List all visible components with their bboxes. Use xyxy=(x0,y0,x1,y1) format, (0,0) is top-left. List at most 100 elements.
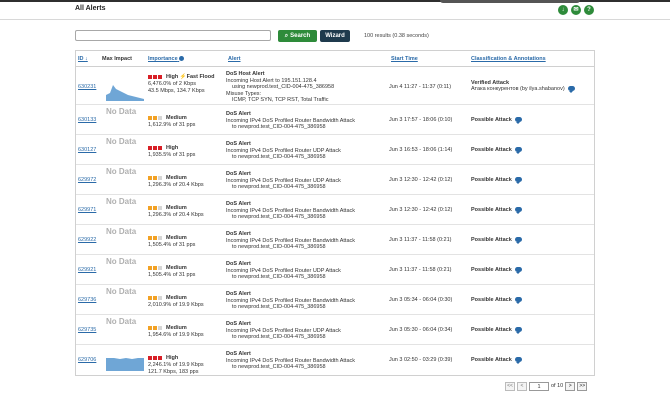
annotation-bubble-icon[interactable] xyxy=(514,207,522,215)
severity-square xyxy=(158,265,162,270)
annotation-bubble-icon[interactable] xyxy=(514,297,522,305)
alert-id-link[interactable]: 629922 xyxy=(78,237,96,243)
table-row[interactable]: 629921 No Data Medium 1,505.4% of 31 pps DoS… xyxy=(76,255,594,285)
alert-cell[interactable]: DoS Host Alert Incoming Host Alert to 195… xyxy=(226,71,334,104)
col-id-header[interactable]: ID ↓ xyxy=(78,56,88,62)
alert-cell[interactable]: DoS Alert Incoming IPv4 DoS Profiled Rout… xyxy=(226,351,355,371)
impact-sparkline xyxy=(106,358,144,371)
sort-desc-icon: ↓ xyxy=(85,56,88,62)
table-row[interactable]: 630133 No Data Medium 1,612.9% of 31 pps DoS… xyxy=(76,105,594,135)
col-importance-header[interactable]: Importance xyxy=(148,56,185,62)
table-row[interactable]: 630127 No Data High 1,935.5% of 31 pps DoS A… xyxy=(76,135,594,165)
classification-label: Possible Attack xyxy=(471,297,512,303)
severity-square xyxy=(148,325,152,330)
severity-square xyxy=(148,175,152,180)
alert-id-link[interactable]: 630127 xyxy=(78,147,96,153)
severity-square xyxy=(148,265,152,270)
alert-line: using newprod.test_CID-004-475_386958 xyxy=(232,84,335,90)
importance-cell: Medium 1,954.6% of 19.9 Kbps xyxy=(148,325,204,339)
alert-line: to newprod.test_CID-004-475_386958 xyxy=(232,154,326,160)
classification-cell: Possible Attack xyxy=(471,357,522,365)
severity-square xyxy=(158,355,162,360)
col-classification-header[interactable]: Classification & Annotations xyxy=(471,56,546,62)
alert-id-link[interactable]: 629972 xyxy=(78,177,96,183)
alert-id-link[interactable]: 629971 xyxy=(78,207,96,213)
importance-cell: High 2,246.1% of 19.9 Kbps 121.7 Kbps, 183… xyxy=(148,355,204,376)
importance-cell: Medium 1,296.3% of 20.4 Kbps xyxy=(148,175,204,189)
annotation-bubble-icon[interactable] xyxy=(514,267,522,275)
alert-cell[interactable]: DoS Alert Incoming IPv4 DoS Profiled Rout… xyxy=(226,111,355,131)
annotation-bubble-icon[interactable] xyxy=(514,357,522,365)
alert-cell[interactable]: DoS Alert Incoming IPv4 DoS Profiled Rout… xyxy=(226,291,355,311)
alert-cell[interactable]: DoS Alert Incoming IPv4 DoS Profiled Rout… xyxy=(226,321,341,341)
annotation-bubble-icon[interactable] xyxy=(514,237,522,245)
next-page-button[interactable]: > xyxy=(565,381,576,391)
col-alert-header[interactable]: Alert xyxy=(228,56,241,62)
importance-rate: 1,954.6% of 19.9 Kbps xyxy=(148,332,204,338)
table-row[interactable]: 629971 No Data Medium 1,296.3% of 20.4 Kbps… xyxy=(76,195,594,225)
alert-cell[interactable]: DoS Alert Incoming IPv4 DoS Profiled Rout… xyxy=(226,201,355,221)
no-data-label: No Data xyxy=(106,107,137,116)
classification-label: Possible Attack xyxy=(471,207,512,213)
severity-square xyxy=(153,145,157,150)
help-icon[interactable]: ? xyxy=(584,5,594,15)
alert-line: to newprod.test_CID-004-475_386958 xyxy=(232,184,326,190)
importance-rate: 1,505.4% of 31 pps xyxy=(148,242,196,248)
impact-sparkline xyxy=(106,85,144,101)
email-icon[interactable]: ✉ xyxy=(571,5,581,15)
annotation-bubble-icon[interactable] xyxy=(514,117,522,125)
severity-square xyxy=(153,235,157,240)
table-row[interactable]: 629922 No Data Medium 1,505.4% of 31 pps DoS… xyxy=(76,225,594,255)
table-row[interactable]: 629736 No Data Medium 2,010.9% of 19.9 Kbps… xyxy=(76,285,594,315)
start-time: Jun 3 05:30 - 06:04 (0:34) xyxy=(389,327,453,333)
first-page-button[interactable]: << xyxy=(505,381,515,391)
start-time: Jun 3 12:30 - 12:42 (0:12) xyxy=(389,207,453,213)
alert-id-link[interactable]: 630133 xyxy=(78,117,96,123)
annotation-bubble-icon[interactable] xyxy=(514,147,522,155)
importance-cell: Medium 1,505.4% of 31 pps xyxy=(148,235,195,249)
no-data-label: No Data xyxy=(106,167,137,176)
search-button[interactable]: ⌕ Search xyxy=(278,30,317,42)
annotation-bubble-icon[interactable] xyxy=(567,86,575,94)
alert-id-link[interactable]: 630231 xyxy=(78,84,96,90)
importance-rate: 1,296.3% of 20.4 Kbps xyxy=(148,212,204,218)
page-number-input[interactable]: 1 xyxy=(529,381,549,391)
table-row[interactable]: 629706 High 2,246.1% of 19.9 Kbps 121.7 Kbp… xyxy=(76,345,594,375)
severity-square xyxy=(158,235,162,240)
severity-square xyxy=(153,295,157,300)
severity-square xyxy=(153,205,157,210)
importance-rate: 2,010.9% of 19.9 Kbps xyxy=(148,302,204,308)
classification-label: Possible Attack xyxy=(471,357,512,363)
table-row[interactable]: 630231 High ⚡Fast Flood 6,476.0% of 2 Kbps… xyxy=(76,67,594,105)
alert-cell[interactable]: DoS Alert Incoming IPv4 DoS Profiled Rout… xyxy=(226,261,341,281)
importance-level: High xyxy=(166,74,179,80)
alert-cell[interactable]: DoS Alert Incoming IPv4 DoS Profiled Rout… xyxy=(226,171,341,191)
alert-id-link[interactable]: 629736 xyxy=(78,297,96,303)
table-row[interactable]: 629972 No Data Medium 1,296.3% of 20.4 Kbps… xyxy=(76,165,594,195)
classification-label: Possible Attack xyxy=(471,267,512,273)
prev-page-button[interactable]: < xyxy=(517,381,527,391)
annotation-bubble-icon[interactable] xyxy=(514,177,522,185)
classification-label: Possible Attack xyxy=(471,147,512,153)
wizard-button[interactable]: Wizard xyxy=(320,30,350,42)
alert-cell[interactable]: DoS Alert Incoming IPv4 DoS Profiled Rout… xyxy=(226,141,341,161)
search-input[interactable] xyxy=(75,30,271,41)
search-button-label: Search xyxy=(290,33,311,39)
severity-square xyxy=(158,175,162,180)
severity-square xyxy=(158,74,162,79)
col-start-time-header[interactable]: Start Time xyxy=(391,56,418,62)
download-icon[interactable]: ↓ xyxy=(558,5,568,15)
alert-id-link[interactable]: 629921 xyxy=(78,267,96,273)
alert-cell[interactable]: DoS Alert Incoming IPv4 DoS Profiled Rout… xyxy=(226,231,355,251)
severity-square xyxy=(153,175,157,180)
alert-id-link[interactable]: 629735 xyxy=(78,327,96,333)
severity-square xyxy=(148,295,152,300)
annotation-bubble-icon[interactable] xyxy=(514,327,522,335)
alert-line: to newprod.test_CID-004-475_386958 xyxy=(232,274,326,280)
info-icon[interactable] xyxy=(179,56,185,62)
alert-id-link[interactable]: 629706 xyxy=(78,357,96,363)
table-row[interactable]: 629735 No Data Medium 1,954.6% of 19.9 Kbps… xyxy=(76,315,594,345)
importance-extra: Fast Flood xyxy=(186,74,215,80)
last-page-button[interactable]: >> xyxy=(577,381,588,391)
severity-square xyxy=(148,355,152,360)
